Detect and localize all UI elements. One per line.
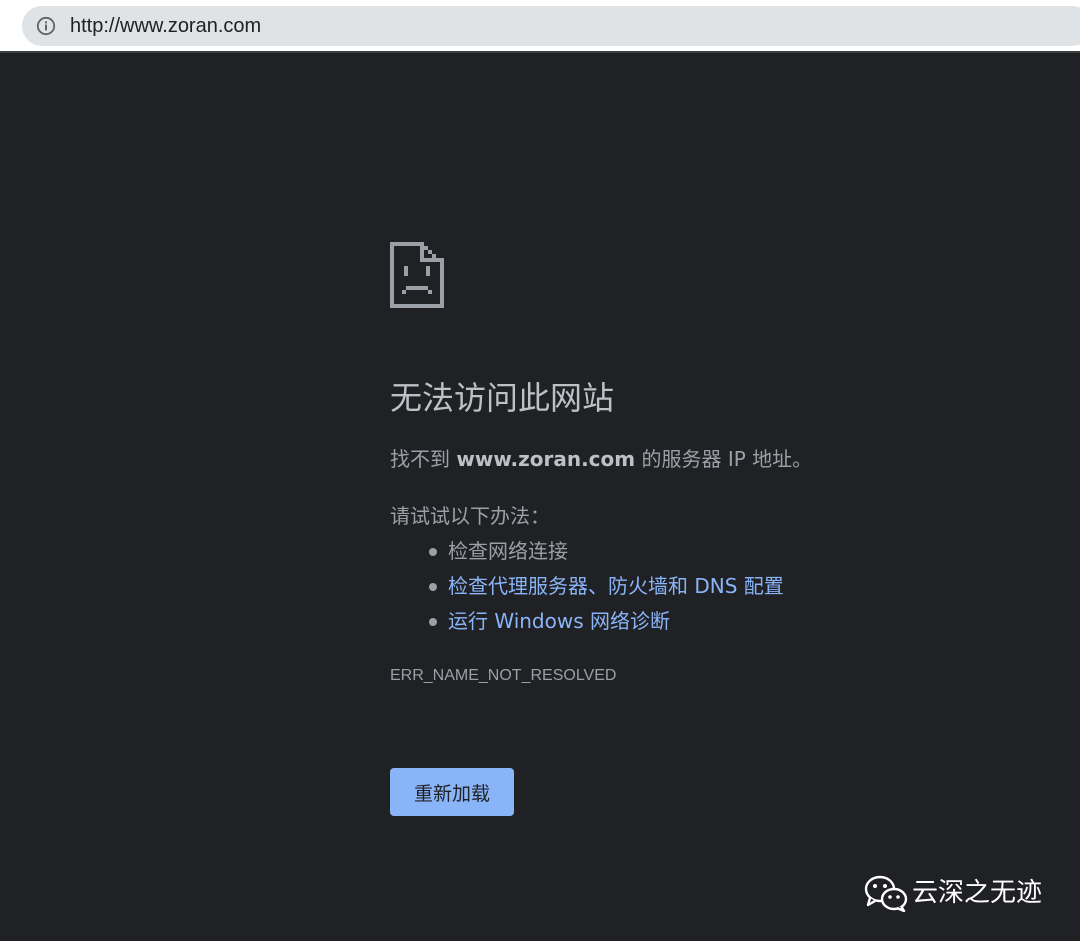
suggestion-item[interactable]: 检查代理服务器、防火墙和 DNS 配置: [426, 569, 784, 604]
bullet-icon: [429, 583, 437, 591]
reload-button[interactable]: 重新加载: [390, 768, 514, 816]
desc-suffix: 的服务器 IP 地址。: [635, 447, 813, 471]
error-page-background: [0, 53, 1080, 941]
bullet-icon: [429, 618, 437, 626]
address-bar[interactable]: http://www.zoran.com: [22, 6, 1080, 46]
suggestion-item: 检查网络连接: [426, 534, 784, 569]
url-text[interactable]: http://www.zoran.com: [70, 6, 261, 46]
suggestions-heading: 请试试以下办法：: [390, 504, 550, 528]
suggestion-check-proxy-link[interactable]: 检查代理服务器、防火墙和 DNS 配置: [448, 574, 784, 598]
toolbar-edge-mark: [0, 16, 4, 36]
error-description: 找不到 www.zoran.com 的服务器 IP 地址。: [390, 444, 812, 474]
info-circle-icon[interactable]: [36, 16, 56, 36]
error-headline: 无法访问此网站: [390, 379, 615, 417]
bullet-icon: [429, 548, 437, 556]
suggestion-network-diagnostics-link[interactable]: 运行 Windows 网络诊断: [448, 609, 670, 633]
suggestions-list: 检查网络连接 检查代理服务器、防火墙和 DNS 配置 运行 Windows 网络…: [426, 534, 784, 639]
sad-page-icon: [390, 242, 444, 308]
suggestion-check-connection: 检查网络连接: [448, 539, 568, 563]
wechat-icon: [864, 875, 908, 912]
desc-domain: www.zoran.com: [456, 447, 636, 471]
browser-toolbar: http://www.zoran.com: [0, 0, 1080, 53]
watermark-text: 云深之无迹: [912, 878, 1043, 908]
desc-prefix: 找不到: [390, 447, 457, 471]
suggestion-item[interactable]: 运行 Windows 网络诊断: [426, 604, 784, 639]
error-code: ERR_NAME_NOT_RESOLVED: [390, 667, 617, 684]
